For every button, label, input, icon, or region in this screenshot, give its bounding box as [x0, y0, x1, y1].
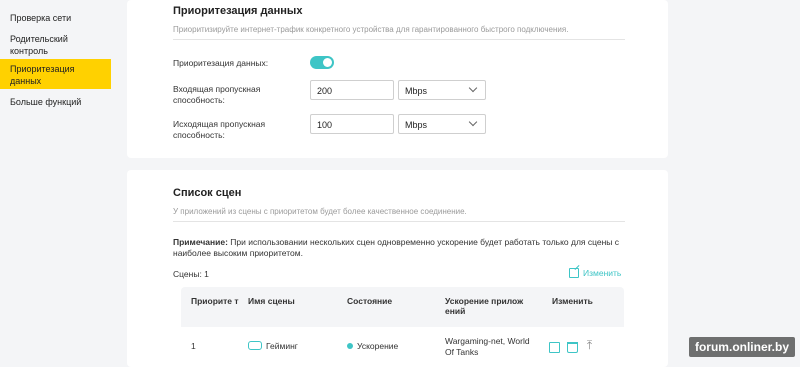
column-header-state: Состояние: [347, 296, 393, 306]
row-state: Ускорение: [357, 341, 399, 351]
column-header-apps: Ускорение прилож ений: [445, 296, 524, 316]
row-name-cell: Гейминг: [248, 341, 298, 352]
divider: [173, 221, 625, 222]
status-dot: [347, 343, 353, 349]
sidebar-item-label: Проверка сети: [10, 13, 72, 23]
upload-input[interactable]: 100: [310, 114, 394, 134]
chevron-down-icon: [468, 117, 478, 127]
sidebar-item-network-check[interactable]: Проверка сети: [0, 12, 111, 24]
sidebar-item-parental-control[interactable]: Родительский контроль: [0, 33, 90, 57]
edit-icon: [569, 268, 579, 278]
section-title: Список сцен: [173, 187, 242, 199]
gamepad-icon: [248, 341, 262, 350]
edit-label: Изменить: [583, 268, 622, 278]
row-state-cell: Ускорение: [347, 341, 398, 352]
upload-unit-select[interactable]: Mbps: [398, 114, 486, 134]
scenes-table: Приорите т Имя сцены Состояние Ускорение…: [181, 287, 624, 367]
column-header-name: Имя сцены: [248, 296, 295, 306]
note-body: При использовании нескольких сцен одновр…: [173, 237, 620, 258]
chevron-down-icon: [468, 83, 478, 93]
scenes-card: Список сцен У приложений из сцены с прио…: [127, 170, 668, 367]
row-apps: Wargaming-net, World Of Tanks: [445, 336, 530, 357]
table-row[interactable]: 1 Гейминг Ускорение Wargaming-net, World…: [181, 327, 624, 367]
watermark: forum.onliner.by: [688, 337, 795, 357]
edit-scenes-button[interactable]: Изменить: [569, 268, 621, 278]
row-name: Гейминг: [266, 341, 298, 351]
sidebar-item-more-features[interactable]: Больше функций: [0, 96, 111, 108]
select-value: Mbps: [405, 86, 428, 96]
select-value: Mbps: [405, 120, 428, 130]
priority-toggle[interactable]: [310, 56, 334, 69]
column-header-edit: Изменить: [552, 296, 593, 306]
scene-count: Сцены: 1: [173, 269, 209, 279]
edit-icon[interactable]: [549, 342, 560, 353]
download-input[interactable]: 200: [310, 80, 394, 100]
download-label: Входящая пропускная способность:: [173, 84, 261, 105]
toggle-knob: [323, 58, 332, 67]
row-priority: 1: [191, 341, 196, 351]
upload-label: Исходящая пропускная способность:: [173, 119, 266, 140]
sidebar-item-label: Приоритезация данных: [10, 64, 75, 86]
priority-card: Приоритезация данных Приоритизируйте инт…: [127, 0, 668, 158]
priority-toggle-label: Приоритезация данных:: [173, 58, 269, 68]
sidebar-item-data-priority[interactable]: Приоритезация данных: [0, 59, 111, 89]
sidebar-item-label: Больше функций: [10, 97, 82, 107]
note-text: Примечание: При использовании нескольких…: [173, 237, 623, 259]
trash-icon[interactable]: [567, 342, 578, 353]
sidebar: Проверка сети Родительский контроль Прио…: [0, 0, 111, 367]
download-unit-select[interactable]: Mbps: [398, 80, 486, 100]
column-header-priority: Приорите т: [191, 296, 239, 306]
move-up-icon[interactable]: ⤒: [584, 339, 595, 351]
section-description: У приложений из сцены с приоритетом буде…: [173, 207, 467, 216]
divider: [173, 39, 625, 40]
section-title: Приоритезация данных: [173, 5, 303, 17]
section-description: Приоритизируйте интернет-трафик конкретн…: [173, 25, 569, 34]
note-label: Примечание:: [173, 237, 228, 247]
sidebar-item-label: Родительский контроль: [10, 34, 68, 56]
